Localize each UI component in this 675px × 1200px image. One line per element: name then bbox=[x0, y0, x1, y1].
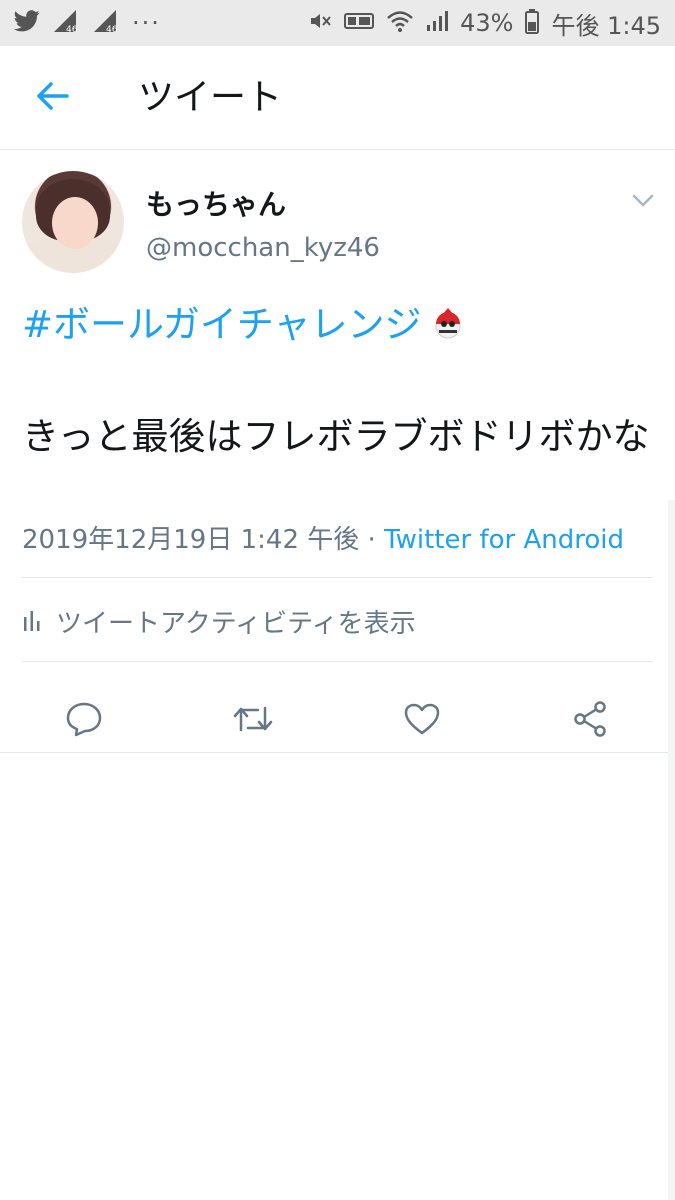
hashtag-link[interactable]: #ボールガイチャレンジ bbox=[22, 301, 422, 349]
user-handle[interactable]: @mocchan_kyz46 bbox=[146, 233, 380, 263]
tweet-activity-link[interactable]: ツイートアクティビティを表示 bbox=[22, 603, 416, 640]
avatar-face bbox=[52, 197, 98, 249]
status-left: 46 46 ··· bbox=[13, 8, 161, 38]
page-title: ツイート bbox=[138, 77, 283, 118]
like-button[interactable] bbox=[402, 701, 442, 741]
mute-icon bbox=[308, 9, 332, 37]
status-bar: 46 46 ··· 43% 午後 1:45 bbox=[0, 0, 675, 46]
tweet-timestamp[interactable]: 2019年12月19日 1:42 午後 · bbox=[22, 525, 384, 555]
signal-badge-text: 46 bbox=[66, 25, 78, 34]
tweet-text: きっと最後はフレボラブボドリボかな bbox=[22, 415, 650, 458]
arrow-left-icon bbox=[35, 81, 69, 115]
clock: 午後 1:45 bbox=[551, 11, 661, 40]
retweet-button[interactable] bbox=[233, 701, 273, 741]
volte-icon bbox=[344, 11, 375, 35]
reply-button[interactable] bbox=[64, 701, 104, 741]
tweet-menu-button[interactable] bbox=[630, 189, 656, 215]
battery-icon bbox=[525, 8, 540, 38]
divider bbox=[22, 661, 653, 662]
cell-signal-icon bbox=[426, 9, 449, 37]
wifi-icon bbox=[386, 9, 414, 37]
hashtag-line: #ボールガイチャレンジ bbox=[22, 301, 464, 349]
signal-badge-text: 46 bbox=[106, 25, 118, 34]
retweet-icon bbox=[232, 704, 274, 738]
activity-label: ツイートアクティビティを表示 bbox=[56, 609, 416, 639]
bar-chart-icon bbox=[22, 609, 42, 635]
display-name[interactable]: もっちゃん bbox=[146, 183, 286, 223]
back-button[interactable] bbox=[30, 76, 74, 120]
status-right: 43% 午後 1:45 bbox=[308, 6, 661, 41]
more-notifications-icon: ··· bbox=[132, 9, 161, 37]
twitter-bird-icon bbox=[13, 10, 40, 36]
chevron-down-icon bbox=[632, 193, 654, 212]
reply-icon bbox=[65, 701, 103, 741]
action-bar bbox=[0, 683, 675, 751]
share-icon bbox=[571, 700, 609, 742]
ball-guy-emoji-icon bbox=[432, 306, 464, 344]
heart-icon bbox=[403, 702, 441, 740]
scroll-edge bbox=[668, 500, 675, 1200]
avatar[interactable] bbox=[22, 171, 124, 273]
signal-badge-icon: 46 bbox=[52, 8, 80, 38]
divider bbox=[22, 577, 653, 578]
battery-percent: 43% bbox=[460, 9, 514, 37]
tweet-source-link[interactable]: Twitter for Android bbox=[384, 525, 624, 555]
signal-badge-icon: 46 bbox=[92, 8, 120, 38]
share-button[interactable] bbox=[570, 701, 610, 741]
tweet-bottom-border bbox=[0, 752, 675, 753]
tweet-meta: 2019年12月19日 1:42 午後 · Twitter for Androi… bbox=[22, 519, 624, 556]
app-bar: ツイート bbox=[0, 46, 675, 150]
